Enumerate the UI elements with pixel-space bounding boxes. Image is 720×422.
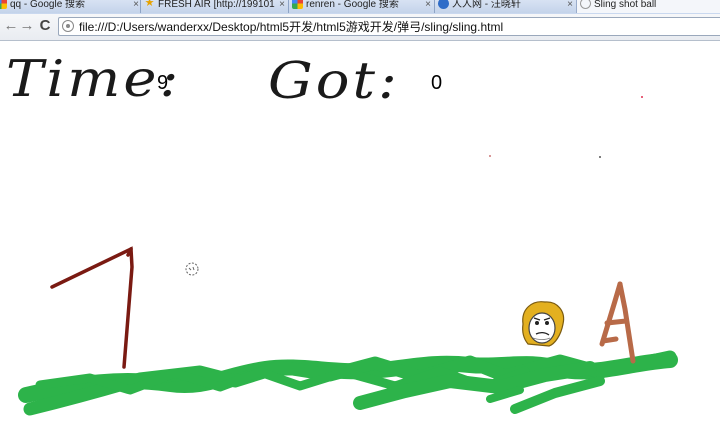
close-tab-icon[interactable]: × bbox=[425, 0, 431, 13]
target-stand bbox=[599, 281, 636, 364]
close-tab-icon[interactable]: × bbox=[567, 0, 573, 13]
ball bbox=[185, 262, 199, 276]
renren-icon bbox=[438, 0, 449, 9]
star-icon: ★ bbox=[144, 0, 155, 9]
slingshot bbox=[50, 246, 134, 369]
close-tab-icon[interactable]: × bbox=[133, 0, 139, 13]
tab-sling-shot-ball[interactable]: Sling shot ball bbox=[576, 0, 720, 13]
reload-icon[interactable]: C bbox=[36, 17, 54, 35]
tab-strip: qq - Google 搜索 × ★ FRESH AIR [http://1991… bbox=[0, 0, 720, 14]
page-info-icon[interactable] bbox=[62, 20, 74, 32]
forward-icon[interactable]: → bbox=[18, 17, 36, 35]
tab-title: 人人网 - 汪晓轩 bbox=[452, 0, 521, 10]
tab-title: Sling shot ball bbox=[594, 0, 657, 10]
google-icon bbox=[292, 0, 303, 9]
sling-page-icon bbox=[580, 0, 591, 9]
tab-renren[interactable]: 人人网 - 汪晓轩 × bbox=[434, 0, 578, 13]
target-face bbox=[522, 301, 565, 347]
google-icon bbox=[0, 0, 7, 9]
tab-fresh-air[interactable]: ★ FRESH AIR [http://199101 × bbox=[140, 0, 290, 13]
tab-renren-search[interactable]: renren - Google 搜索 × bbox=[288, 0, 436, 13]
tab-title: renren - Google 搜索 bbox=[306, 0, 399, 10]
address-bar[interactable]: file:///D:/Users/wanderxx/Desktop/html5开… bbox=[58, 17, 720, 36]
scene-drawing bbox=[18, 246, 678, 416]
tab-title: qq - Google 搜索 bbox=[10, 0, 86, 10]
tab-qq-search[interactable]: qq - Google 搜索 × bbox=[0, 0, 144, 13]
game-canvas[interactable]: Time: 9 Got: 0 bbox=[0, 41, 720, 422]
browser-toolbar: ← → C file:///D:/Users/wanderxx/Desktop/… bbox=[0, 14, 720, 41]
close-tab-icon[interactable]: × bbox=[279, 0, 285, 13]
url-text[interactable]: file:///D:/Users/wanderxx/Desktop/html5开… bbox=[79, 19, 503, 35]
tab-title: FRESH AIR [http://199101 bbox=[158, 0, 275, 10]
